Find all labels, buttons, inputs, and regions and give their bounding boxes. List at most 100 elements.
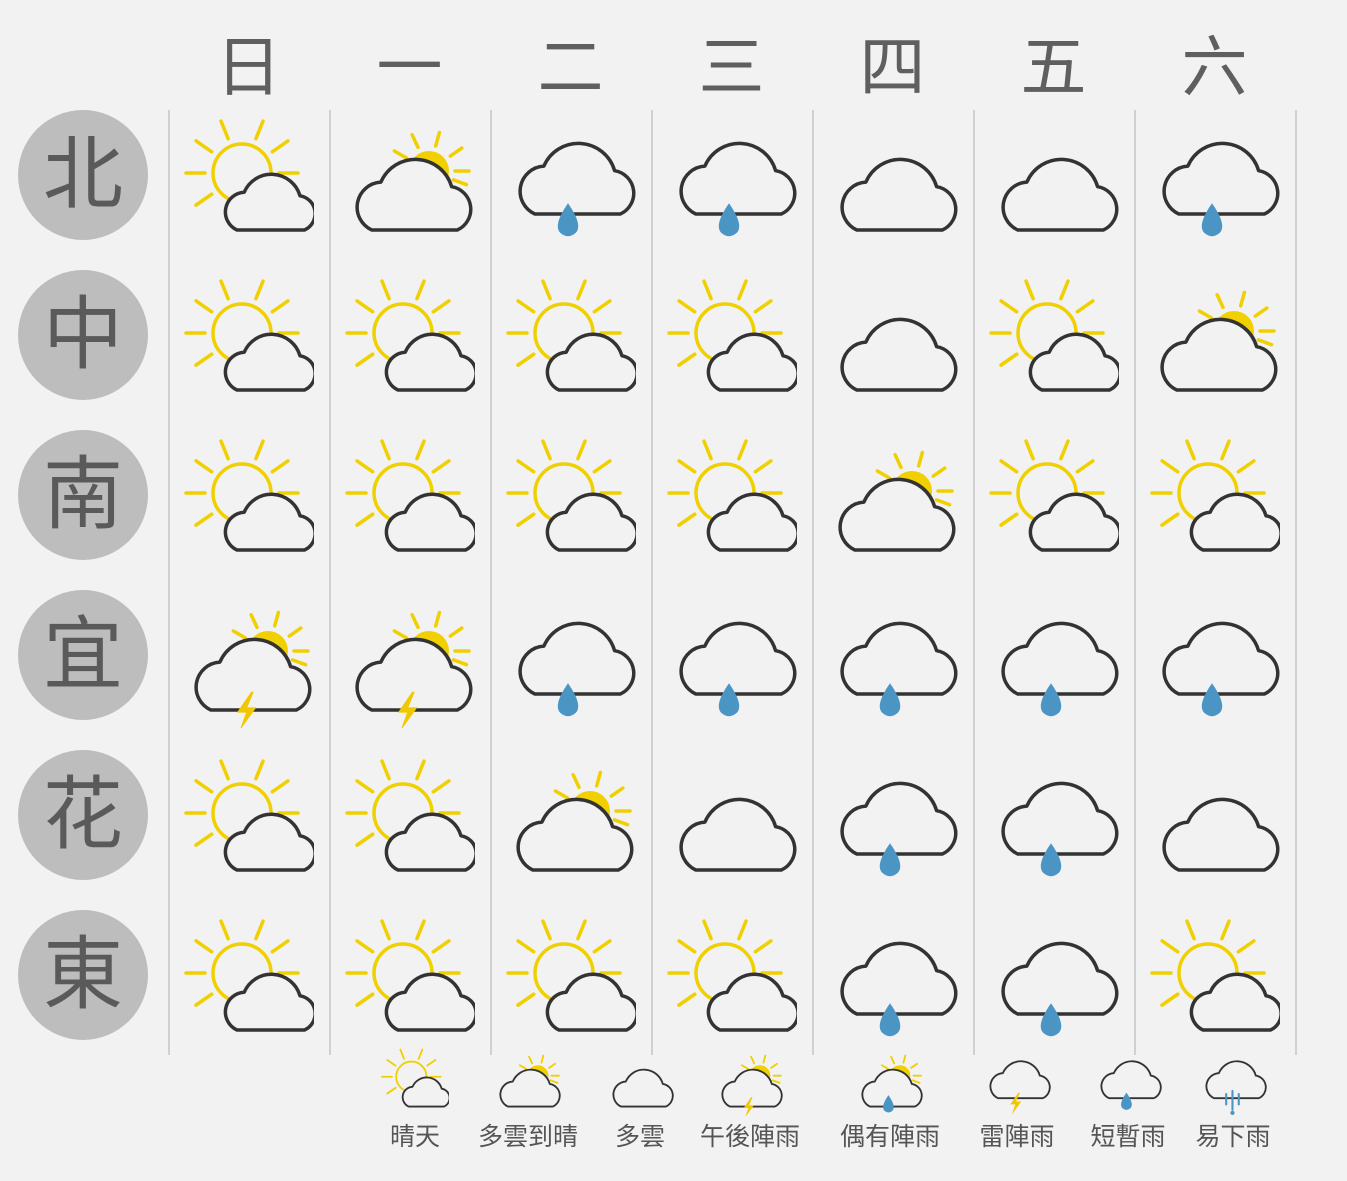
- forecast-cell: [184, 118, 314, 248]
- region-label: 花: [18, 750, 148, 880]
- forecast-cell: [989, 118, 1119, 248]
- day-header: 四: [859, 29, 926, 106]
- forecast-cell: [184, 438, 314, 568]
- legend-label: 易下雨: [1195, 1122, 1271, 1151]
- forecast-cell: [1150, 278, 1280, 408]
- forecast-cell: [345, 918, 475, 1048]
- short-rain-icon: [1001, 621, 1119, 717]
- legend-item: [492, 1048, 564, 1116]
- forecast-cell: [989, 278, 1119, 408]
- sunny-icon: [667, 279, 797, 392]
- forecast-cell: [345, 278, 475, 408]
- column-divider: [812, 110, 814, 1055]
- forecast-cell: [184, 278, 314, 408]
- sunny-icon: [345, 279, 475, 392]
- day-header: 五: [1020, 29, 1087, 106]
- short-rain-icon: [1162, 141, 1280, 237]
- column-divider: [651, 110, 653, 1055]
- forecast-cell: [828, 438, 958, 568]
- legend-label: 偶有陣雨: [839, 1122, 940, 1151]
- day-header: 二: [537, 29, 604, 106]
- short-rain-icon: [840, 941, 958, 1037]
- short-rain-icon: [1100, 1060, 1162, 1110]
- forecast-cell: [1150, 598, 1280, 728]
- sunny-icon: [345, 919, 475, 1032]
- forecast-cell: [506, 918, 636, 1048]
- day-header: 一: [376, 29, 443, 106]
- column-divider: [329, 110, 331, 1055]
- cloudy-to-sunny-icon: [838, 450, 956, 552]
- cloudy-icon: [840, 317, 958, 392]
- forecast-cell: [345, 598, 475, 728]
- cloudy-to-sunny-icon: [355, 130, 473, 232]
- short-rain-icon: [840, 781, 958, 877]
- sunny-icon: [184, 279, 314, 392]
- cloudy-to-sunny-icon: [516, 770, 634, 872]
- legend-item: [854, 1048, 926, 1116]
- day-header: 六: [1181, 29, 1248, 106]
- column-divider: [1134, 110, 1136, 1055]
- short-rain-icon: [840, 621, 958, 717]
- column-divider: [490, 110, 492, 1055]
- sunny-icon: [381, 1048, 449, 1108]
- sunny-icon: [506, 439, 636, 552]
- forecast-cell: [667, 918, 797, 1048]
- forecast-cell: [1150, 918, 1280, 1048]
- afternoon-thunder-icon: [721, 1054, 783, 1116]
- afternoon-thunder-icon: [194, 610, 312, 728]
- column-divider: [1295, 110, 1297, 1055]
- forecast-cell: [345, 118, 475, 248]
- forecast-cell: [989, 758, 1119, 888]
- sunny-icon: [667, 919, 797, 1032]
- day-header: 三: [698, 29, 765, 106]
- cloudy-to-sunny-icon: [1160, 290, 1278, 392]
- sunny-icon: [1150, 439, 1280, 552]
- forecast-cell: [184, 918, 314, 1048]
- afternoon-thunder-icon: [355, 610, 473, 728]
- column-divider: [168, 110, 170, 1055]
- sunny-icon: [345, 439, 475, 552]
- sunny-icon: [506, 279, 636, 392]
- region-label: 宜: [18, 590, 148, 720]
- forecast-cell: [667, 118, 797, 248]
- region-label: 南: [18, 430, 148, 560]
- sunny-icon: [506, 919, 636, 1032]
- legend-item: [1092, 1048, 1164, 1116]
- cloudy-icon: [612, 1068, 674, 1108]
- short-rain-icon: [1001, 941, 1119, 1037]
- short-rain-icon: [679, 141, 797, 237]
- forecast-cell: [184, 758, 314, 888]
- sunny-icon: [184, 759, 314, 872]
- short-rain-icon: [1162, 621, 1280, 717]
- legend-item: [1197, 1048, 1269, 1116]
- forecast-cell: [1150, 118, 1280, 248]
- forecast-cell: [506, 118, 636, 248]
- forecast-cell: [989, 438, 1119, 568]
- sunny-icon: [989, 439, 1119, 552]
- heavy-rain-icon: [1205, 1060, 1267, 1115]
- forecast-cell: [506, 278, 636, 408]
- forecast-cell: [828, 278, 958, 408]
- region-label: 北: [18, 110, 148, 240]
- day-header: 日: [215, 29, 282, 106]
- forecast-cell: [828, 598, 958, 728]
- legend-label: 午後陣雨: [699, 1122, 800, 1151]
- sunny-icon: [184, 119, 314, 232]
- cloudy-icon: [1162, 797, 1280, 872]
- forecast-cell: [667, 438, 797, 568]
- sunny-icon: [184, 439, 314, 552]
- cloudy-icon: [679, 797, 797, 872]
- sunny-icon: [1150, 919, 1280, 1032]
- forecast-cell: [828, 918, 958, 1048]
- forecast-cell: [345, 758, 475, 888]
- legend-item: [714, 1048, 786, 1116]
- short-rain-icon: [1001, 781, 1119, 877]
- forecast-cell: [1150, 438, 1280, 568]
- forecast-cell: [506, 758, 636, 888]
- forecast-cell: [828, 118, 958, 248]
- sunny-icon: [989, 279, 1119, 392]
- forecast-cell: [667, 278, 797, 408]
- short-rain-icon: [518, 141, 636, 237]
- forecast-cell: [506, 598, 636, 728]
- weekly-weather-forecast-grid: 日一二三四五六 北中南宜花東 晴天 多雲到晴 多雲 午後陣雨 偶有陣雨 雷陣雨 短暫雨 易下…: [0, 0, 1347, 1181]
